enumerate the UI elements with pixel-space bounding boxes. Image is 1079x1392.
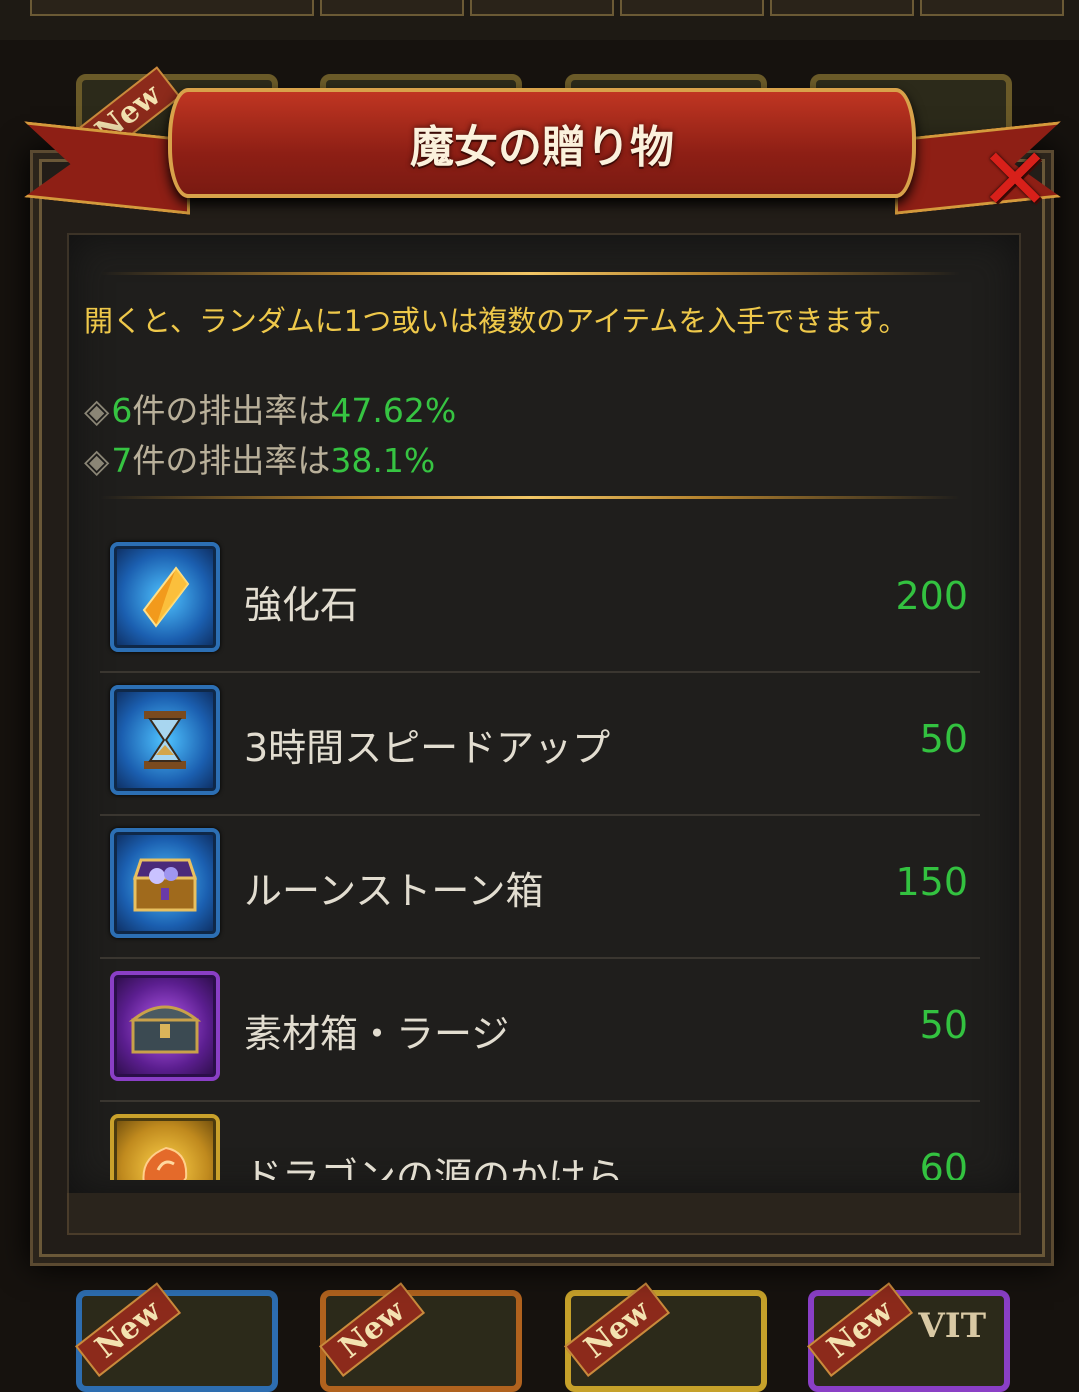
dragon-shard-icon: [110, 1114, 220, 1180]
drop-rate-row: ◈7件の排出率は38.1%: [84, 434, 435, 482]
list-item[interactable]: ドラゴンの源のかけら 60: [100, 1102, 980, 1180]
background-top-bar: [0, 0, 1079, 40]
material-chest-icon: [110, 971, 220, 1081]
list-item[interactable]: 3時間スピードアップ 50: [100, 673, 980, 816]
new-badge: New: [319, 1282, 426, 1377]
background-shop-slot: New: [319, 1282, 522, 1392]
item-name: ルーンストーン箱: [244, 869, 544, 913]
rune-chest-icon: [110, 828, 220, 938]
diamond-bullet-icon: ◈: [84, 391, 110, 430]
background-tab: [30, 0, 314, 16]
divider: [100, 272, 960, 275]
item-count: 150: [895, 860, 968, 904]
title-ribbon: 魔女の贈り物: [168, 88, 916, 198]
new-badge: New: [807, 1282, 914, 1377]
popup-title: 魔女の贈り物: [410, 122, 674, 173]
drop-rate-label: 件の排出率は: [132, 441, 331, 480]
background-tab: [920, 0, 1064, 16]
description-text: 開くと、ランダムに1つ或いは複数のアイテムを入手できます。: [84, 304, 908, 338]
drop-rate-row: ◈6件の排出率は47.62%: [84, 384, 456, 432]
background-shop-slot: New: [564, 1282, 767, 1392]
close-x-icon: ✕: [978, 130, 1052, 230]
drop-count: 6: [111, 391, 133, 430]
background-tab: [620, 0, 764, 16]
new-badge: New: [75, 1282, 182, 1377]
drop-rate-value: 47.62%: [330, 391, 457, 430]
item-count: 50: [919, 717, 968, 761]
background-shop-slot: New VIT: [807, 1282, 1010, 1392]
item-count: 50: [919, 1003, 968, 1047]
item-count: 60: [919, 1146, 968, 1180]
item-name: 3時間スピードアップ: [244, 726, 611, 770]
background-tab: [770, 0, 914, 16]
new-badge: New: [564, 1282, 671, 1377]
item-list[interactable]: 強化石 200 3時間スピードアップ 50 ルーンストーン箱 150 素材箱・ラ…: [100, 530, 980, 1180]
list-item[interactable]: ルーンストーン箱 150: [100, 816, 980, 959]
list-item[interactable]: 強化石 200: [100, 530, 980, 673]
background-shop-slot: New: [75, 1282, 278, 1392]
close-button[interactable]: ✕: [975, 130, 1055, 230]
drop-rate-label: 件の排出率は: [132, 391, 331, 430]
drop-rate-value: 38.1%: [330, 441, 436, 480]
vit-label: VIT: [918, 1306, 986, 1346]
divider: [100, 496, 960, 499]
background-tab: [470, 0, 614, 16]
list-item[interactable]: 素材箱・ラージ 50: [100, 959, 980, 1102]
item-name: 強化石: [244, 583, 359, 627]
item-name: 素材箱・ラージ: [244, 1012, 510, 1056]
background-tab: [320, 0, 464, 16]
diamond-bullet-icon: ◈: [84, 441, 110, 480]
item-name: ドラゴンの源のかけら: [244, 1155, 625, 1180]
hourglass-icon: [110, 685, 220, 795]
drop-count: 7: [111, 441, 133, 480]
item-count: 200: [895, 574, 968, 618]
enhancement-stone-icon: [110, 542, 220, 652]
popup-footer: [67, 1193, 1021, 1235]
